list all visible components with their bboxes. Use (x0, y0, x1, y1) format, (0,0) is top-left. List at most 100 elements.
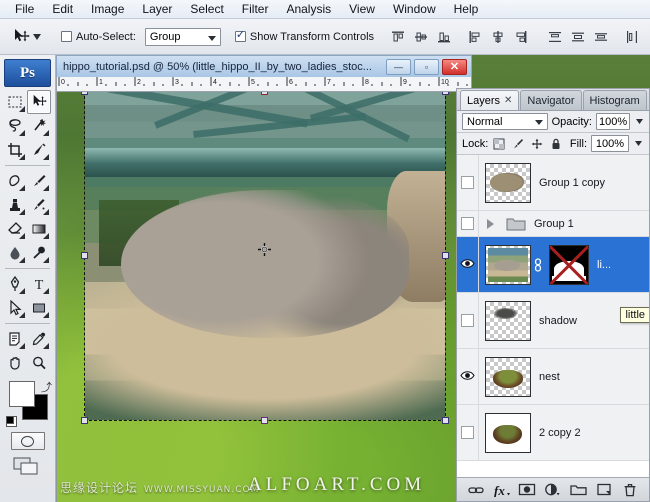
distribute-left-edges-button[interactable] (622, 27, 642, 47)
show-transform-controls-checkbox[interactable] (235, 31, 246, 42)
layer-thumbnail[interactable] (485, 301, 531, 341)
close-button[interactable]: ✕ (442, 59, 467, 75)
layer-visibility-toggle[interactable] (457, 237, 479, 292)
lock-all-icon[interactable] (549, 137, 562, 150)
gradient-tool-icon[interactable] (27, 217, 51, 241)
type-tool-icon[interactable]: T (27, 272, 51, 296)
eyedropper-tool-icon[interactable] (27, 327, 51, 351)
healing-brush-tool-icon[interactable] (3, 169, 27, 193)
dodge-tool-icon[interactable] (27, 241, 51, 265)
layer-thumbnail[interactable] (485, 245, 531, 285)
add-layer-mask-icon[interactable] (518, 481, 536, 499)
layer-visibility-toggle[interactable] (457, 293, 479, 348)
lock-position-icon[interactable] (530, 137, 543, 150)
magic-wand-tool-icon[interactable] (27, 114, 51, 138)
align-top-edges-button[interactable] (388, 27, 408, 47)
menu-item-edit[interactable]: Edit (43, 0, 82, 18)
layer-visibility-toggle[interactable] (457, 349, 479, 404)
close-icon[interactable]: ✕ (504, 95, 512, 106)
document-title-bar[interactable]: hippo_tutorial.psd @ 50% (little_hippo_I… (56, 55, 472, 77)
current-tool-preset[interactable] (4, 28, 47, 46)
slice-tool-icon[interactable] (27, 138, 51, 162)
menu-item-view[interactable]: View (340, 0, 384, 18)
menu-item-layer[interactable]: Layer (133, 0, 181, 18)
path-selection-tool-icon[interactable] (3, 296, 27, 320)
opacity-chevron-down-icon[interactable] (634, 113, 644, 130)
rectangle-tool-icon[interactable] (27, 296, 51, 320)
distribute-bottom-edges-button[interactable] (591, 27, 611, 47)
menu-item-select[interactable]: Select (181, 0, 232, 18)
layer-mask-thumbnail[interactable] (549, 245, 589, 285)
table-row[interactable]: Group 1 (457, 211, 649, 237)
menu-item-analysis[interactable]: Analysis (277, 0, 340, 18)
align-vertical-centers-button[interactable] (411, 27, 431, 47)
fill-chevron-down-icon[interactable] (633, 135, 644, 152)
default-colors-icon[interactable] (6, 416, 17, 427)
eraser-tool-icon[interactable] (3, 217, 27, 241)
table-row[interactable]: li... (457, 237, 649, 293)
blur-tool-icon[interactable] (3, 241, 27, 265)
layer-thumbnail[interactable] (485, 357, 531, 397)
marquee-tool-icon[interactable] (3, 90, 27, 114)
lock-image-pixels-icon[interactable] (511, 137, 524, 150)
align-left-edges-button[interactable] (465, 27, 485, 47)
hand-tool-icon[interactable] (3, 351, 27, 375)
distribute-horizontal-centers-button[interactable] (645, 27, 650, 47)
clone-stamp-tool-icon[interactable] (3, 193, 27, 217)
menu-item-file[interactable]: File (6, 0, 43, 18)
tab-layers[interactable]: Layers ✕ (460, 90, 519, 110)
table-row[interactable]: 2 copy 2 (457, 405, 649, 461)
canvas-area[interactable] (56, 92, 472, 502)
align-right-edges-button[interactable] (511, 27, 531, 47)
distribute-top-edges-button[interactable] (545, 27, 565, 47)
swap-colors-icon[interactable]: ⤴ (41, 379, 52, 395)
horizontal-ruler[interactable]: 012 345 678 910 (56, 77, 472, 92)
align-horizontal-centers-button[interactable] (488, 27, 508, 47)
tool-preset-chevron-down-icon[interactable] (33, 31, 41, 43)
brush-tool-icon[interactable] (27, 169, 51, 193)
mask-link-icon[interactable] (533, 258, 543, 272)
move-tool-icon[interactable] (27, 90, 51, 114)
minimize-button[interactable]: — (386, 59, 411, 75)
lock-transparent-pixels-icon[interactable] (492, 137, 505, 150)
distribute-vertical-centers-button[interactable] (568, 27, 588, 47)
opacity-input[interactable]: 100% (596, 113, 630, 130)
history-brush-tool-icon[interactable] (27, 193, 51, 217)
new-group-icon[interactable] (570, 481, 588, 499)
tab-histogram[interactable]: Histogram (583, 90, 647, 110)
layer-list[interactable]: Group 1 copy Group 1 (457, 155, 649, 477)
lasso-tool-icon[interactable] (3, 114, 27, 138)
screen-mode-icon[interactable] (13, 456, 43, 476)
new-adjustment-layer-icon[interactable] (544, 481, 562, 499)
restore-button[interactable]: ▫ (414, 59, 439, 75)
menu-item-filter[interactable]: Filter (233, 0, 278, 18)
layer-visibility-toggle[interactable] (457, 211, 479, 236)
quick-mask-mode-icon[interactable] (11, 432, 45, 450)
layer-visibility-toggle[interactable] (457, 155, 479, 210)
menu-item-window[interactable]: Window (384, 0, 445, 18)
new-layer-icon[interactable] (595, 481, 613, 499)
blend-mode-dropdown[interactable]: Normal (462, 113, 548, 130)
auto-select-dropdown[interactable]: Group (145, 28, 221, 46)
pen-tool-icon[interactable] (3, 272, 27, 296)
align-buttons-group (388, 27, 531, 47)
tab-navigator[interactable]: Navigator (520, 90, 581, 110)
notes-tool-icon[interactable] (3, 327, 27, 351)
layer-thumbnail[interactable] (485, 413, 531, 453)
zoom-tool-icon[interactable] (27, 351, 51, 375)
layer-style-fx-icon[interactable]: fx (493, 481, 511, 499)
align-bottom-edges-button[interactable] (434, 27, 454, 47)
auto-select-checkbox[interactable] (61, 31, 72, 42)
link-layers-icon[interactable] (467, 481, 485, 499)
layer-thumbnail[interactable] (485, 163, 531, 203)
foreground-color-swatch[interactable] (9, 381, 35, 407)
expand-group-triangle-icon[interactable] (487, 219, 494, 229)
crop-tool-icon[interactable] (3, 138, 27, 162)
delete-layer-icon[interactable] (621, 481, 639, 499)
fill-input[interactable]: 100% (591, 135, 629, 152)
table-row[interactable]: nest (457, 349, 649, 405)
menu-item-help[interactable]: Help (445, 0, 488, 18)
layer-visibility-toggle[interactable] (457, 405, 479, 460)
table-row[interactable]: Group 1 copy (457, 155, 649, 211)
menu-item-image[interactable]: Image (82, 0, 133, 18)
